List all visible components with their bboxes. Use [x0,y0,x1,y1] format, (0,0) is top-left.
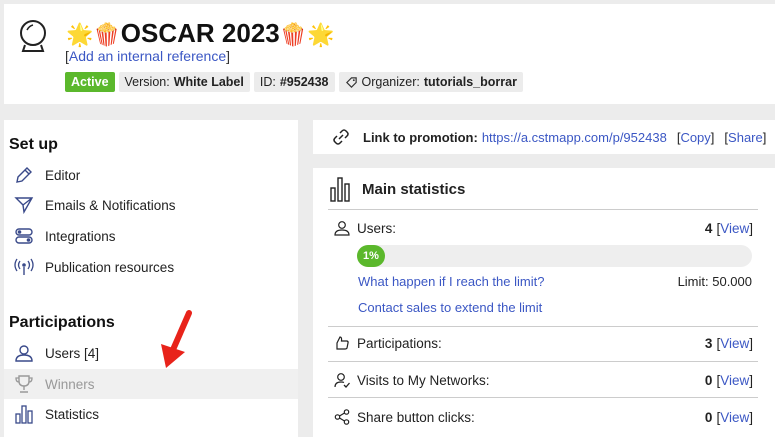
main-statistics-title: Main statistics [362,180,466,198]
organizer-value: tutorials_borrar [423,75,517,89]
toggles-icon [13,225,35,247]
sidebar-item-winners[interactable]: Winners [4,369,298,399]
stat-label: Share button clicks: [357,409,475,425]
paper-plane-icon [13,194,35,216]
status-badge: Active [65,72,115,92]
sidebar-item-publication-resources[interactable]: Publication resources [4,252,298,282]
stat-value: 0 [704,372,713,388]
user-check-icon [333,371,351,389]
promotion-header: 🌟🍿OSCAR 2023🍿🌟 [Add an internal referenc… [4,4,775,104]
sidebar-item-label: Statistics [45,406,100,422]
participations-section-title: Participations [9,314,115,331]
stat-label: Users: [357,220,397,236]
view-visits-link[interactable]: View [720,373,749,388]
bar-chart-icon [330,177,350,202]
stat-label: Visits to My Networks: [357,372,490,388]
stat-row-participations: Participations: 3 [View] [333,333,753,353]
main-statistics-header: Main statistics [330,176,465,202]
sidebar: Set up Editor Emails & Notifications Int… [4,120,298,437]
sidebar-item-label: Emails & Notifications [45,197,176,213]
id-value: #952438 [279,75,329,89]
sidebar-item-editor[interactable]: Editor [4,160,298,190]
bar-chart-icon [13,403,35,425]
setup-section-title: Set up [9,136,58,153]
promotion-link-bar: Link to promotion: https://a.cstmapp.com… [313,120,775,154]
version-value: White Label [173,75,244,89]
sidebar-item-label: Integrations [45,228,116,244]
promotion-badges: Active Version: White Label ID: #952438 Or… [65,72,523,92]
divider [328,397,758,398]
share-icon [333,408,351,426]
stat-row-visits: Visits to My Networks: 0 [View] [333,370,753,390]
sidebar-item-users[interactable]: Users [4] [4,338,298,368]
version-label: Version: [124,75,170,89]
sidebar-item-label: Winners [45,376,95,392]
title-emoji-prefix: 🌟🍿 [66,22,121,47]
sidebar-item-emails-notifications[interactable]: Emails & Notifications [4,190,298,220]
add-internal-reference-link[interactable]: Add an internal reference [69,48,226,64]
limit-text: Limit: 50.000 [677,274,752,289]
internal-reference: [Add an internal reference] [65,48,230,64]
main-statistics-panel: Main statistics Users: 4 [View] 1% What … [313,168,775,437]
stat-row-share-clicks: Share button clicks: 0 [View] [333,407,753,427]
user-icon [13,342,35,364]
divider [328,361,758,362]
link-icon [331,127,351,147]
version-badge: Version: White Label [118,72,250,92]
id-label: ID: [259,75,276,89]
stat-value: 4 [704,220,713,236]
user-icon [333,219,351,237]
pencil-icon [13,164,35,186]
sidebar-item-label: Publication resources [45,259,175,275]
participation-icon [333,334,351,352]
contact-sales-link[interactable]: Contact sales to extend the limit [358,300,542,315]
crystal-ball-icon [20,20,46,52]
view-users-link[interactable]: View [720,221,749,236]
divider [328,326,758,327]
id-badge: ID: #952438 [253,72,335,92]
progress-fill: 1% [357,245,385,267]
view-share-clicks-link[interactable]: View [720,410,749,425]
link-label: Link to promotion: [363,129,478,145]
organizer-badge: Organizer: tutorials_borrar [338,72,523,92]
title-text: OSCAR 2023 [120,18,280,48]
stat-value: 0 [704,409,713,425]
organizer-label: Organizer: [361,75,420,89]
share-link-button[interactable]: Share [728,130,763,145]
stat-row-users: Users: 4 [View] [333,218,753,238]
limit-question-link[interactable]: What happen if I reach the limit? [358,274,544,289]
red-arrow-annotation [161,310,192,368]
trophy-icon [13,373,35,395]
promotion-url-link[interactable]: https://a.cstmapp.com/p/952438 [482,130,667,145]
divider [328,209,758,210]
broadcast-icon [13,256,35,278]
sidebar-item-integrations[interactable]: Integrations [4,221,298,251]
tag-icon [345,76,357,88]
sidebar-item-label: Editor [45,167,81,183]
copy-link-button[interactable]: Copy [680,130,710,145]
page-title: 🌟🍿OSCAR 2023🍿🌟 [66,18,335,49]
stat-value: 3 [704,335,713,351]
stat-label: Participations: [357,335,442,351]
sidebar-item-label: Users [4] [45,345,100,361]
users-limit-progress: 1% [357,245,752,267]
sidebar-item-statistics[interactable]: Statistics [4,399,298,429]
title-emoji-suffix: 🍿🌟 [279,22,335,47]
view-participations-link[interactable]: View [720,336,749,351]
